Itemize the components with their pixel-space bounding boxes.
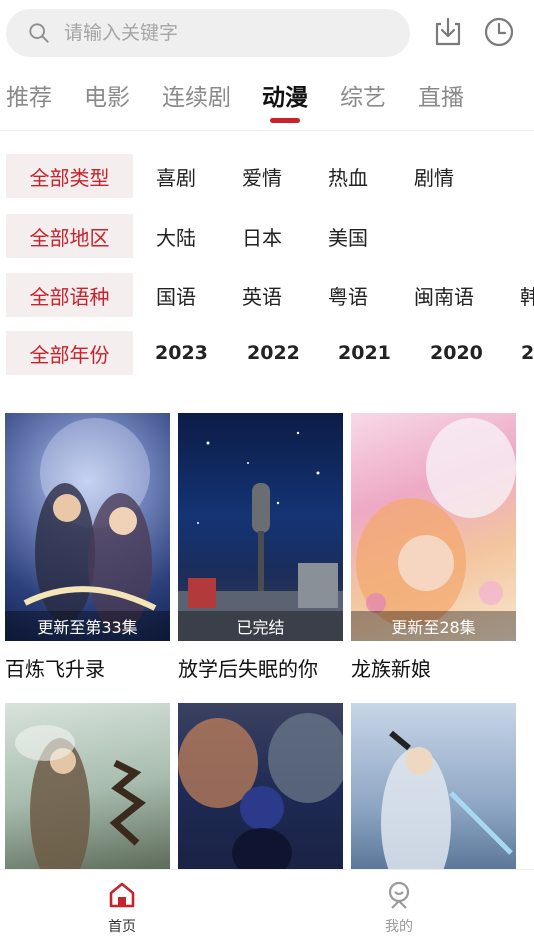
tab-anime[interactable]: 动漫 <box>262 78 308 112</box>
filter-option[interactable]: 韩 <box>520 273 534 317</box>
divider <box>0 130 534 131</box>
filter-option[interactable]: 2020 <box>430 331 483 375</box>
nav-home-label: 首页 <box>108 919 136 935</box>
poster-art <box>23 418 157 633</box>
filter-option[interactable]: 2022 <box>247 331 300 375</box>
poster-art <box>178 431 343 641</box>
filter-option[interactable]: 热血 <box>328 154 368 198</box>
nav-mine-label: 我的 <box>385 919 413 935</box>
filter-row-language: 全部语种 国语 英语 粤语 闽南语 韩 <box>0 273 534 317</box>
video-card[interactable]: 已完结 放学后失眠的你 <box>178 413 343 682</box>
home-icon <box>109 882 135 908</box>
search-bar[interactable] <box>6 9 410 57</box>
download-icon <box>435 17 461 46</box>
filter-option[interactable]: 粤语 <box>328 273 368 317</box>
card-title[interactable]: 龙族新娘 <box>351 653 516 682</box>
filter-label-language[interactable]: 全部语种 <box>6 273 133 317</box>
search-input[interactable] <box>64 22 364 44</box>
status-badge: 更新至28集 <box>351 611 516 641</box>
filter-row-year: 全部年份 2023 2022 2021 2020 2 <box>0 331 534 375</box>
nav-home[interactable]: 首页 <box>82 880 162 936</box>
tab-series[interactable]: 连续剧 <box>162 78 231 112</box>
tab-variety[interactable]: 综艺 <box>340 78 386 112</box>
card-title[interactable]: 百炼飞升录 <box>5 653 170 682</box>
poster-image[interactable]: 更新至28集 <box>351 413 516 641</box>
user-icon <box>388 881 410 909</box>
video-card[interactable]: 更新至第33集 百炼飞升录 <box>5 413 170 682</box>
filter-option[interactable]: 2 <box>521 331 534 375</box>
tab-live[interactable]: 直播 <box>418 78 464 112</box>
filter-option[interactable]: 国语 <box>156 273 196 317</box>
filter-label-year[interactable]: 全部年份 <box>6 331 133 375</box>
filter-row-type: 全部类型 喜剧 爱情 热血 剧情 <box>0 154 534 198</box>
filter-option[interactable]: 剧情 <box>414 154 454 198</box>
filter-option[interactable]: 爱情 <box>242 154 282 198</box>
filter-row-region: 全部地区 大陆 日本 美国 <box>0 214 534 258</box>
poster-art <box>356 418 516 628</box>
status-badge: 更新至第33集 <box>5 611 170 641</box>
filter-option[interactable]: 2023 <box>155 331 208 375</box>
bottom-navigation: 首页 我的 <box>0 869 534 943</box>
category-tabs: 推荐 电影 连续剧 动漫 综艺 直播 <box>0 78 534 124</box>
clock-icon <box>484 17 514 47</box>
filter-option[interactable]: 大陆 <box>156 214 196 258</box>
poster-image[interactable]: 已完结 <box>178 413 343 641</box>
filter-option[interactable]: 闽南语 <box>414 273 474 317</box>
nav-mine[interactable]: 我的 <box>359 880 439 936</box>
filter-option[interactable]: 日本 <box>242 214 282 258</box>
filter-option[interactable]: 美国 <box>328 214 368 258</box>
tab-movies[interactable]: 电影 <box>84 78 130 112</box>
poster-image[interactable]: 更新至第33集 <box>5 413 170 641</box>
top-bar <box>0 0 534 66</box>
filter-option[interactable]: 英语 <box>242 273 282 317</box>
search-icon <box>29 23 49 43</box>
filter-label-region[interactable]: 全部地区 <box>6 214 133 258</box>
filter-option[interactable]: 喜剧 <box>156 154 196 198</box>
active-tab-indicator <box>270 118 300 123</box>
history-button[interactable] <box>482 15 516 49</box>
card-title[interactable]: 放学后失眠的你 <box>178 653 343 682</box>
download-button[interactable] <box>431 15 465 49</box>
video-card[interactable]: 更新至28集 龙族新娘 <box>351 413 516 682</box>
filter-option[interactable]: 2021 <box>338 331 391 375</box>
tab-recommend[interactable]: 推荐 <box>6 78 52 112</box>
filter-label-type[interactable]: 全部类型 <box>6 154 133 198</box>
status-badge: 已完结 <box>178 611 343 641</box>
